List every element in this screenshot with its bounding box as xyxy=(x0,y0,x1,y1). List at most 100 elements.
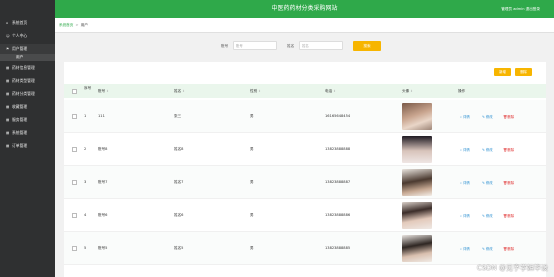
table-row: 3 账号7 姓名7 男 13823888887 ⌕ 详情 ✎ 修改 🗑删除 xyxy=(64,166,546,199)
column-header-gender[interactable]: 性别↕ xyxy=(250,89,261,94)
row-checkbox[interactable] xyxy=(72,180,77,185)
column-header-actions: 操作 xyxy=(458,89,466,93)
table-row: 4 账号6 姓名6 男 13823888886 ⌕ 详情 ✎ 修改 🗑删除 xyxy=(64,199,546,232)
row-checkbox[interactable] xyxy=(72,246,77,251)
detail-button[interactable]: ⌕ 详情 xyxy=(460,246,470,251)
sidebar-item-herb-info[interactable]: ▦ 药材信息管理 xyxy=(0,63,55,73)
column-header-avatar[interactable]: 头像↕ xyxy=(402,89,413,94)
search-icon: ⌕ xyxy=(460,181,462,185)
column-header-phone[interactable]: 电话↕ xyxy=(325,89,336,94)
sidebar-item-herb-type[interactable]: ▦ 药材类型管理 xyxy=(0,76,55,86)
edit-button[interactable]: ✎ 修改 xyxy=(482,147,493,152)
account-search-input[interactable]: 账号 xyxy=(233,41,277,50)
sidebar-item-label: 个人中心 xyxy=(12,33,28,38)
sidebar: ⌂ 系统首页 ☺ 个人中心 ⚑ 用户管理 用户 ▦ 药材信息管理 ▦ 药材类型管理 ▦ 药材… xyxy=(0,0,55,277)
edit-icon: ✎ xyxy=(482,247,485,251)
row-checkbox[interactable] xyxy=(72,147,77,152)
search-icon: ⌕ xyxy=(460,148,462,152)
search-button[interactable]: 搜索 xyxy=(353,41,381,51)
sidebar-item-label: 服务管理 xyxy=(12,117,28,122)
row-phone: 16165648454 xyxy=(325,114,351,118)
sidebar-item-home[interactable]: ⌂ 系统首页 xyxy=(0,18,55,28)
sidebar-subitem-user[interactable]: 用户 xyxy=(0,54,55,61)
avatar xyxy=(402,103,432,130)
delete-row-button[interactable]: 🗑删除 xyxy=(503,180,514,185)
column-header-account[interactable]: 账号↕ xyxy=(98,89,109,94)
sidebar-item-system[interactable]: ▦ 系统管理 xyxy=(0,128,55,138)
row-name: 姓名8 xyxy=(174,147,184,151)
table-row: 1 111 张三 男 16165648454 ⌕ 详情 ✎ 修改 🗑删除 xyxy=(64,100,546,133)
sidebar-item-herb-category[interactable]: ▦ 药材分类管理 xyxy=(0,89,55,99)
search-bar: 账号 账号 姓名 姓名 搜索 xyxy=(55,32,554,60)
grid-icon: ▦ xyxy=(6,79,10,83)
avatar xyxy=(402,202,432,229)
sidebar-item-label: 订单管理 xyxy=(12,143,28,148)
edit-button[interactable]: ✎ 修改 xyxy=(482,180,493,185)
row-phone: 13823888885 xyxy=(325,246,351,250)
account-label: 账号 xyxy=(221,44,229,48)
top-header: 中医药药材分类采购网站 管理员 admin 退出登录 xyxy=(55,0,554,18)
table-header: 序号 账号↕ 姓名↕ 性别↕ 电话↕ 头像↕ 操作 xyxy=(64,84,546,98)
grid-icon: ▦ xyxy=(6,105,10,109)
edit-button[interactable]: ✎ 修改 xyxy=(482,114,493,119)
delete-row-button[interactable]: 🗑删除 xyxy=(503,114,514,119)
sidebar-item-users[interactable]: ⚑ 用户管理 xyxy=(0,44,55,54)
row-index: 2 xyxy=(84,147,87,151)
breadcrumb-home[interactable]: 系统首页 xyxy=(59,23,73,27)
sidebar-item-service[interactable]: ▦ 服务管理 xyxy=(0,115,55,125)
sidebar-item-favorites[interactable]: ▦ 收藏管理 xyxy=(0,102,55,112)
row-checkbox[interactable] xyxy=(72,114,77,119)
row-phone: 13823888887 xyxy=(325,180,351,184)
row-account: 账号7 xyxy=(98,180,108,184)
row-name: 张三 xyxy=(174,114,182,118)
edit-button[interactable]: ✎ 修改 xyxy=(482,213,493,218)
content-panel: 新增 删除 序号 账号↕ 姓名↕ 性别↕ 电话↕ 头像↕ 操作 1 111 张三… xyxy=(64,62,546,277)
delete-row-button[interactable]: 🗑删除 xyxy=(503,213,514,218)
sidebar-item-label: 系统管理 xyxy=(12,130,28,135)
row-account: 账号5 xyxy=(98,246,108,250)
column-header-name[interactable]: 姓名↕ xyxy=(174,89,185,94)
row-index: 5 xyxy=(84,246,87,250)
row-name: 姓名7 xyxy=(174,180,184,184)
row-phone: 13823888886 xyxy=(325,213,351,217)
sidebar-item-label: 药材类型管理 xyxy=(12,78,35,83)
breadcrumb-bar: 系统首页 > 用户 xyxy=(55,18,554,33)
edit-button[interactable]: ✎ 修改 xyxy=(482,246,493,251)
row-index: 3 xyxy=(84,180,87,184)
sidebar-item-label: 用户管理 xyxy=(12,46,28,51)
sidebar-item-label: 药材分类管理 xyxy=(12,91,35,96)
avatar xyxy=(402,169,432,196)
delete-button[interactable]: 删除 xyxy=(515,68,532,76)
sidebar-item-orders[interactable]: ▦ 订单管理 xyxy=(0,141,55,151)
user-menu[interactable]: 管理员 admin 退出登录 xyxy=(501,0,540,18)
watermark: CSDN @见字学姐毕设 xyxy=(476,264,548,272)
sidebar-item-profile[interactable]: ☺ 个人中心 xyxy=(0,31,55,41)
row-gender: 男 xyxy=(250,147,254,151)
row-account: 111 xyxy=(98,114,105,118)
row-gender: 男 xyxy=(250,213,254,217)
detail-button[interactable]: ⌕ 详情 xyxy=(460,114,470,119)
row-gender: 男 xyxy=(250,114,254,118)
row-checkbox[interactable] xyxy=(72,213,77,218)
row-account: 账号6 xyxy=(98,213,108,217)
grid-icon: ▦ xyxy=(6,92,10,96)
sidebar-item-label: 系统首页 xyxy=(12,20,28,25)
toolbar: 新增 删除 xyxy=(494,68,532,76)
edit-icon: ✎ xyxy=(482,148,485,152)
row-name: 姓名6 xyxy=(174,213,184,217)
delete-row-button[interactable]: 🗑删除 xyxy=(503,147,514,152)
name-search-input[interactable]: 姓名 xyxy=(299,41,343,50)
detail-button[interactable]: ⌕ 详情 xyxy=(460,180,470,185)
select-all-checkbox[interactable] xyxy=(72,89,77,94)
add-button[interactable]: 新增 xyxy=(494,68,511,76)
column-header-index: 序号 xyxy=(84,86,92,90)
edit-icon: ✎ xyxy=(482,214,485,218)
detail-button[interactable]: ⌕ 详情 xyxy=(460,147,470,152)
sidebar-item-label: 药材信息管理 xyxy=(12,65,35,70)
breadcrumb-current: 用户 xyxy=(80,23,88,27)
grid-icon: ▦ xyxy=(6,66,10,70)
avatar xyxy=(402,136,432,163)
detail-button[interactable]: ⌕ 详情 xyxy=(460,213,470,218)
delete-row-button[interactable]: 🗑删除 xyxy=(503,246,514,251)
breadcrumb: 系统首页 > 用户 xyxy=(59,21,88,29)
